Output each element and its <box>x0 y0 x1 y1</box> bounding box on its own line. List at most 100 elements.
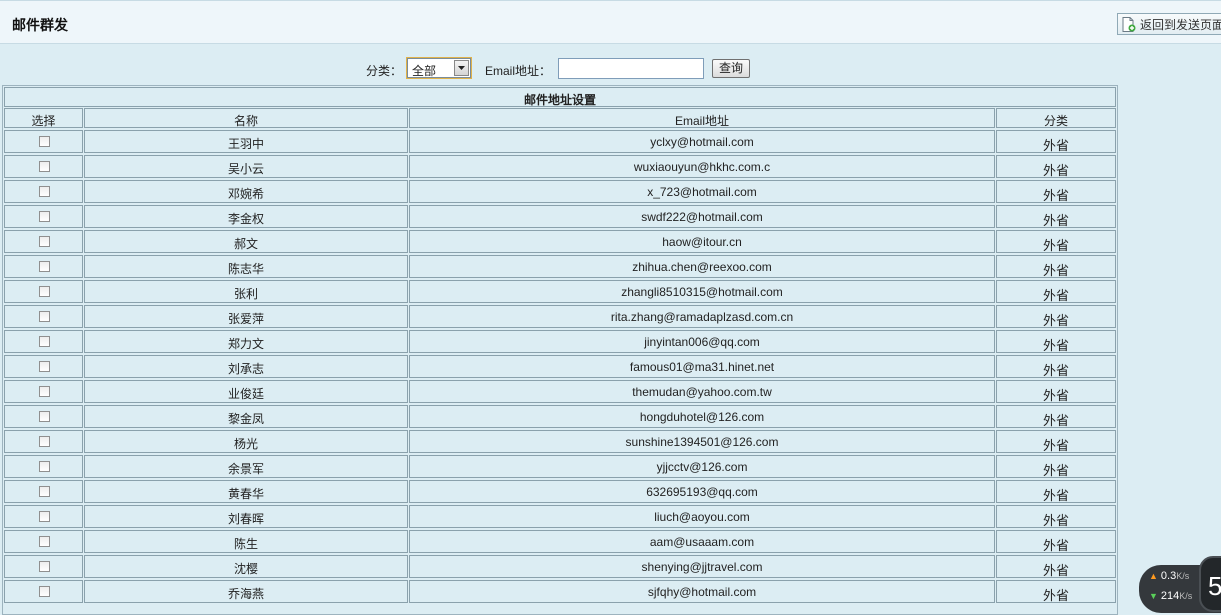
email-cell: swdf222@hotmail.com <box>409 205 995 228</box>
name-cell: 杨光 <box>84 430 408 453</box>
row-select-checkbox[interactable] <box>39 536 50 547</box>
column-header-select-text: 选择 <box>31 114 56 128</box>
name-text: 刘春晖 <box>227 512 264 526</box>
column-header-select: 选择 <box>4 108 83 128</box>
email-cell: rita.zhang@ramadaplzasd.com.cn <box>409 305 995 328</box>
category-cell: 外省 <box>996 130 1116 153</box>
row-select-checkbox[interactable] <box>39 261 50 272</box>
category-text: 外省 <box>1042 138 1069 153</box>
name-text: 邓婉希 <box>227 187 264 201</box>
category-cell: 外省 <box>996 305 1116 328</box>
name-cell: 邓婉希 <box>84 180 408 203</box>
download-speed: ▼ 214K/s <box>1149 590 1192 602</box>
row-select-checkbox[interactable] <box>39 586 50 597</box>
name-text: 王羽中 <box>227 137 264 151</box>
category-select[interactable]: 全部 <box>406 57 472 79</box>
email-text: hongduhotel@126.com <box>639 410 765 424</box>
name-cell: 刘承志 <box>84 355 408 378</box>
category-text: 外省 <box>1042 463 1069 478</box>
select-cell <box>4 580 83 603</box>
row-select-checkbox[interactable] <box>39 286 50 297</box>
select-cell <box>4 555 83 578</box>
email-label: Email地址： <box>485 64 552 78</box>
select-cell <box>4 130 83 153</box>
upload-speed-value: 0.3 <box>1160 570 1177 582</box>
document-add-icon <box>1122 16 1136 32</box>
category-text: 外省 <box>1042 263 1069 278</box>
email-cell: haow@itour.cn <box>409 230 995 253</box>
row-select-checkbox[interactable] <box>39 211 50 222</box>
name-cell: 张爱萍 <box>84 305 408 328</box>
category-cell: 外省 <box>996 230 1116 253</box>
email-cell: yclxy@hotmail.com <box>409 130 995 153</box>
column-header-name: 名称 <box>84 108 408 128</box>
category-text: 外省 <box>1042 588 1069 603</box>
category-text: 外省 <box>1042 563 1069 578</box>
name-text: 张爱萍 <box>227 312 264 326</box>
row-select-checkbox[interactable] <box>39 336 50 347</box>
row-select-checkbox[interactable] <box>39 186 50 197</box>
column-header-email-text: Email地址 <box>674 114 729 128</box>
email-text: jinyintan006@qq.com <box>644 335 760 349</box>
back-button-label: 返回到发送页面 <box>1140 17 1221 32</box>
back-to-send-page-button[interactable]: 返回到发送页面 <box>1117 13 1221 35</box>
name-cell: 余景军 <box>84 455 408 478</box>
row-select-checkbox[interactable] <box>39 411 50 422</box>
category-cell: 外省 <box>996 380 1116 403</box>
row-select-checkbox[interactable] <box>39 511 50 522</box>
select-cell <box>4 380 83 403</box>
row-select-checkbox[interactable] <box>39 161 50 172</box>
name-cell: 郑力文 <box>84 330 408 353</box>
name-text: 黎金凤 <box>227 412 264 426</box>
category-text: 外省 <box>1042 338 1069 353</box>
category-cell: 外省 <box>996 455 1116 478</box>
email-cell: yjjcctv@126.com <box>409 455 995 478</box>
name-text: 郑力文 <box>227 337 264 351</box>
email-text: zhihua.chen@reexoo.com <box>632 260 772 274</box>
name-text: 杨光 <box>233 437 258 451</box>
email-text: yjjcctv@126.com <box>656 460 748 474</box>
row-select-checkbox[interactable] <box>39 436 50 447</box>
select-cell <box>4 505 83 528</box>
category-cell: 外省 <box>996 255 1116 278</box>
email-text: rita.zhang@ramadaplzasd.com.cn <box>610 310 794 324</box>
name-cell: 黎金凤 <box>84 405 408 428</box>
column-header-email: Email地址 <box>409 108 995 128</box>
category-cell: 外省 <box>996 155 1116 178</box>
email-cell: zhihua.chen@reexoo.com <box>409 255 995 278</box>
row-select-checkbox[interactable] <box>39 386 50 397</box>
name-text: 陈生 <box>233 537 258 551</box>
name-text: 刘承志 <box>227 362 264 376</box>
email-cell: sjfqhy@hotmail.com <box>409 580 995 603</box>
row-select-checkbox[interactable] <box>39 486 50 497</box>
email-search-input[interactable] <box>558 58 704 79</box>
query-button[interactable]: 查询 <box>712 59 750 78</box>
row-select-checkbox[interactable] <box>39 311 50 322</box>
category-text: 外省 <box>1042 288 1069 303</box>
category-cell: 外省 <box>996 205 1116 228</box>
row-select-checkbox[interactable] <box>39 136 50 147</box>
arrow-up-icon: ▲ <box>1149 571 1158 581</box>
email-cell: jinyintan006@qq.com <box>409 330 995 353</box>
name-cell: 乔海燕 <box>84 580 408 603</box>
category-cell: 外省 <box>996 405 1116 428</box>
email-cell: famous01@ma31.hinet.net <box>409 355 995 378</box>
row-select-checkbox[interactable] <box>39 236 50 247</box>
row-select-checkbox[interactable] <box>39 561 50 572</box>
chevron-down-icon[interactable] <box>454 60 469 76</box>
select-cell <box>4 205 83 228</box>
row-select-checkbox[interactable] <box>39 361 50 372</box>
email-cell: x_723@hotmail.com <box>409 180 995 203</box>
category-text: 外省 <box>1042 238 1069 253</box>
email-text: 632695193@qq.com <box>646 485 758 499</box>
select-cell <box>4 330 83 353</box>
email-text: famous01@ma31.hinet.net <box>629 360 775 374</box>
download-speed-unit: K/s <box>1179 591 1193 601</box>
email-cell: zhangli8510315@hotmail.com <box>409 280 995 303</box>
email-text: sjfqhy@hotmail.com <box>647 585 757 599</box>
speed-badge: 5 <box>1199 556 1221 612</box>
name-text: 业俊廷 <box>227 387 264 401</box>
category-text: 外省 <box>1042 438 1069 453</box>
name-cell: 业俊廷 <box>84 380 408 403</box>
row-select-checkbox[interactable] <box>39 461 50 472</box>
